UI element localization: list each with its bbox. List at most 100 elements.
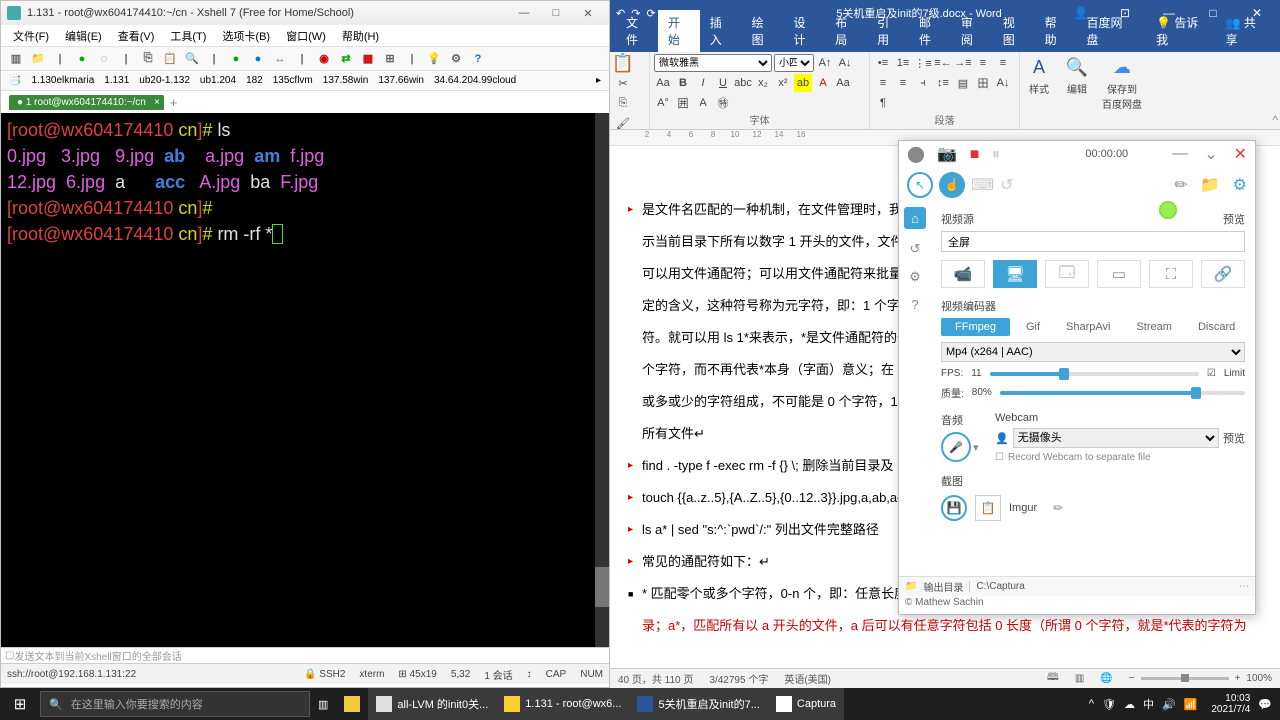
side-help-icon[interactable]: ?: [911, 297, 918, 312]
char-border-icon[interactable]: 囲: [674, 94, 692, 112]
show-marks-icon[interactable]: ¶: [874, 94, 892, 112]
mic-dropdown-icon[interactable]: ▾: [973, 441, 979, 454]
align-center-icon[interactable]: ≡: [994, 54, 1012, 72]
tray-cloud-icon[interactable]: ☁: [1124, 698, 1135, 711]
ribbon-tab[interactable]: 邮件: [909, 10, 951, 52]
ribbon-tab[interactable]: 文件: [616, 10, 658, 52]
four-sq-icon[interactable]: ⊞: [381, 50, 399, 68]
pause-icon[interactable]: ⏸: [992, 146, 1000, 163]
record-icon[interactable]: ◉: [315, 50, 333, 68]
session-item[interactable]: 34.64.204.99cloud: [430, 74, 520, 87]
page-count[interactable]: 40 页，共 110 页: [618, 671, 693, 686]
ribbon-tab[interactable]: 设计: [783, 10, 825, 52]
clear-format-icon[interactable]: Aa: [654, 74, 672, 92]
tray-ime-icon[interactable]: 中: [1143, 696, 1154, 712]
screen-src-icon[interactable]: 🖥: [993, 260, 1037, 288]
search-box[interactable]: 🔍 在这里输入你要搜索的内容: [40, 691, 310, 717]
session-bar[interactable]: 📑 1.130elkmaria1.131ub20-1.132ub1.204182…: [1, 71, 609, 91]
language[interactable]: 英语(美国): [784, 671, 831, 686]
shrink-font-icon[interactable]: A↓: [836, 54, 854, 72]
minimize-button[interactable]: —: [509, 4, 539, 22]
encoder-tab[interactable]: Discard: [1188, 318, 1245, 336]
session-item[interactable]: 1.130elkmaria: [27, 74, 98, 87]
minimize-icon[interactable]: —: [1172, 145, 1188, 163]
zoom-value[interactable]: 100%: [1246, 673, 1272, 684]
tell-me[interactable]: 💡 告诉我: [1146, 10, 1215, 52]
read-mode-icon[interactable]: 🕮: [1047, 670, 1059, 687]
edit-screenshot-icon[interactable]: ✏: [1045, 495, 1071, 521]
limit-check[interactable]: ☑: [1207, 368, 1216, 379]
overflow-icon[interactable]: ▸: [592, 74, 605, 87]
taskbar[interactable]: ⊞ 🔍 在这里输入你要搜索的内容 ▥ all-LVM 的init0关...1.1…: [0, 688, 1280, 720]
captura-sidebar[interactable]: ⌂ ↺ ⚙ ?: [899, 203, 931, 576]
connect-icon[interactable]: ●: [73, 50, 91, 68]
menu-item[interactable]: 查看(V): [110, 25, 163, 46]
start-button[interactable]: ⊞: [0, 688, 40, 720]
tray-sound-icon[interactable]: 🔊: [1162, 698, 1176, 711]
menu-item[interactable]: 窗口(W): [278, 25, 334, 46]
fps-slider[interactable]: [990, 372, 1199, 376]
superscript-icon[interactable]: x²: [774, 74, 792, 92]
session-item[interactable]: ub20-1.132: [135, 74, 194, 87]
xshell-titlebar[interactable]: 1.131 - root@wx604174410:~/cn - Xshell 7…: [1, 1, 609, 25]
session-item[interactable]: 135cflvm: [269, 74, 317, 87]
side-gear-icon[interactable]: ⚙: [909, 269, 921, 285]
close-button[interactable]: ✕: [573, 4, 603, 22]
inc-indent-icon[interactable]: →≡: [954, 54, 972, 72]
encoder-tabs[interactable]: FFmpegGifSharpAviStreamDiscard: [941, 318, 1245, 336]
active-tab[interactable]: ● 1 root@wx604174410:~/cn×: [9, 95, 164, 110]
search-icon[interactable]: 🔍: [183, 50, 201, 68]
webcam-select[interactable]: 无摄像头: [1013, 428, 1219, 448]
font-size-select[interactable]: 小四: [774, 54, 814, 72]
ribbon-tab[interactable]: 引用: [867, 10, 909, 52]
side-history-icon[interactable]: ↺: [910, 241, 921, 257]
open-icon[interactable]: 📁: [29, 50, 47, 68]
toolbar[interactable]: ▥ 📁 | ● ◌ | ⎘ 📋 🔍 | ● ● ↔ | ◉ ⇄ ▦ ⊞ | 💡 …: [1, 47, 609, 71]
imgur-button[interactable]: Imgur: [1009, 502, 1037, 514]
print-layout-icon[interactable]: ▥: [1075, 673, 1084, 684]
explorer-icon[interactable]: [336, 688, 368, 720]
zoom-out-icon[interactable]: −: [1129, 673, 1135, 684]
baidu-save-button[interactable]: ☁保存到 百度网盘: [1096, 52, 1148, 129]
bold-icon[interactable]: B: [674, 74, 692, 92]
italic-icon[interactable]: I: [694, 74, 712, 92]
systray[interactable]: ^ 🛡 ☁ 中 🔊 📶 10:032021/7/4 💬: [1089, 693, 1280, 715]
codec-select[interactable]: Mp4 (x264 | AAC): [941, 342, 1245, 362]
font-name-select[interactable]: 微软雅黑: [654, 54, 772, 72]
session-item[interactable]: ub1.204: [196, 74, 240, 87]
task-view-icon[interactable]: ▥: [310, 688, 336, 720]
ribbon-tab[interactable]: 开始: [658, 10, 700, 52]
menu-item[interactable]: 编辑(E): [57, 25, 110, 46]
scrollbar-thumb[interactable]: [595, 567, 609, 607]
web-layout-icon[interactable]: 🌐: [1100, 673, 1112, 684]
link-src-icon[interactable]: 🔗: [1201, 260, 1245, 288]
align-right-icon[interactable]: ≡: [874, 74, 892, 92]
taskbar-item[interactable]: all-LVM 的init0关...: [368, 688, 496, 720]
copy-icon[interactable]: ⎘: [614, 94, 632, 112]
paste-icon[interactable]: 📋: [614, 54, 632, 72]
encoder-tab[interactable]: SharpAvi: [1056, 318, 1120, 336]
terminal[interactable]: [root@wx604174410 cn]# ls0.jpg 3.jpg 9.j…: [1, 113, 609, 647]
distribute-icon[interactable]: ⫞: [914, 74, 932, 92]
sync-icon[interactable]: ↕: [527, 669, 532, 680]
expand-icon[interactable]: ⌄: [1204, 144, 1217, 164]
borders-icon[interactable]: 田: [974, 74, 992, 92]
ribbon-tab[interactable]: 帮助: [1035, 10, 1077, 52]
grow-font-icon[interactable]: A↑: [816, 54, 834, 72]
word-count[interactable]: 3/42795 个字: [709, 671, 768, 686]
copy-icon[interactable]: ⎘: [139, 50, 157, 68]
encoder-tab[interactable]: FFmpeg: [941, 318, 1010, 336]
preview-button[interactable]: 预览: [1223, 211, 1245, 227]
ribbon-tabs[interactable]: 文件开始插入绘图设计布局引用邮件审阅视图帮助百度网盘💡 告诉我👥 共享: [610, 26, 1280, 52]
encoder-tab[interactable]: Stream: [1126, 318, 1181, 336]
underline-icon[interactable]: U: [714, 74, 732, 92]
source-field[interactable]: [941, 231, 1245, 252]
phonetic-icon[interactable]: A°: [654, 94, 672, 112]
numbering-icon[interactable]: 1≡: [894, 54, 912, 72]
taskbar-item[interactable]: 1.131 - root@wx6...: [496, 688, 629, 720]
folder-icon[interactable]: 📁: [1200, 177, 1220, 194]
arrow-icon[interactable]: ↔: [271, 50, 289, 68]
ribbon-tab[interactable]: 布局: [825, 10, 867, 52]
justify-icon[interactable]: ≡: [894, 74, 912, 92]
tray-net-icon[interactable]: 📶: [1184, 698, 1198, 711]
